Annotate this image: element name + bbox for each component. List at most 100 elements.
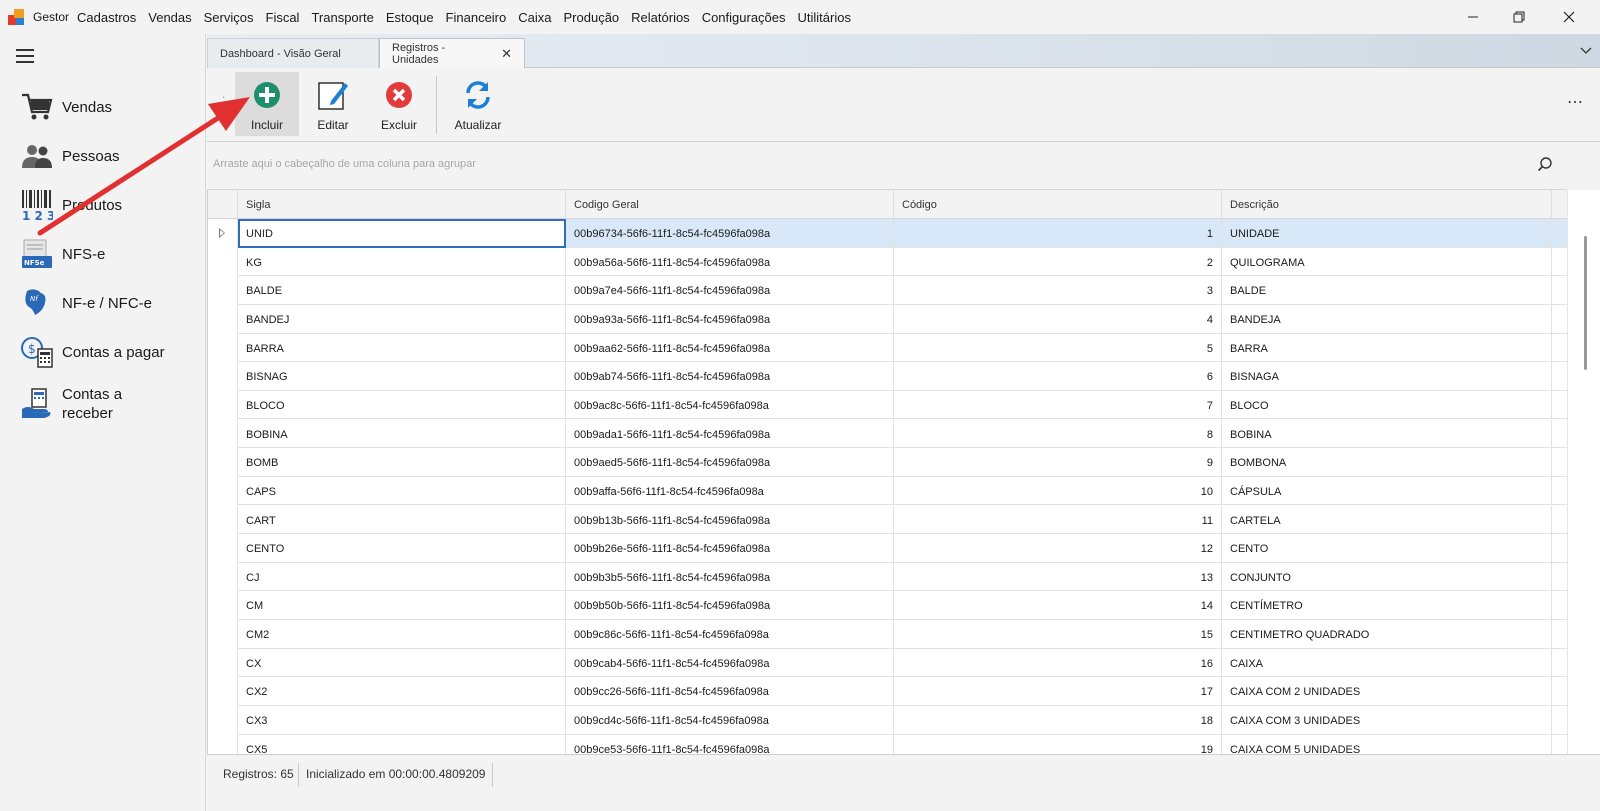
edit-button[interactable]: Editar	[301, 72, 365, 136]
sigla-cell[interactable]: BANDEJ	[238, 304, 566, 334]
sigla-cell[interactable]: CX5	[238, 734, 566, 754]
codigo-geral-cell[interactable]: 00b9a7e4-56f6-11f1-8c54-fc4596fa098a	[566, 276, 894, 305]
menu-producao[interactable]: Produção	[564, 10, 620, 25]
codigo-geral-cell[interactable]: 00b9ada1-56f6-11f1-8c54-fc4596fa098a	[566, 419, 894, 449]
sigla-cell[interactable]: CM	[238, 591, 566, 621]
hamburger-menu-icon[interactable]	[16, 49, 34, 63]
tab-dashboard[interactable]: Dashboard - Visão Geral	[207, 38, 379, 69]
sigla-cell[interactable]: BARRA	[238, 333, 566, 363]
codigo-geral-cell[interactable]: 00b9aa62-56f6-11f1-8c54-fc4596fa098a	[566, 333, 894, 363]
codigo-cell[interactable]: 2	[894, 247, 1222, 277]
table-row[interactable]: CX3 00b9cd4c-56f6-11f1-8c54-fc4596fa098a 1…	[208, 706, 1567, 735]
codigo-cell[interactable]: 10	[894, 476, 1222, 506]
menu-financeiro[interactable]: Financeiro	[446, 10, 507, 25]
table-row[interactable]: CJ 00b9b3b5-56f6-11f1-8c54-fc4596fa098a 13…	[208, 562, 1567, 592]
sidebar-item-produtos[interactable]: 1 2 3 Produtos	[20, 185, 200, 225]
row-indicator[interactable]	[208, 333, 238, 363]
table-row[interactable]: BLOCO 00b9ac8c-56f6-11f1-8c54-fc4596fa098…	[208, 390, 1567, 420]
menu-vendas[interactable]: Vendas	[148, 10, 191, 25]
codigo-cell[interactable]: 11	[894, 505, 1222, 535]
row-indicator[interactable]	[208, 276, 238, 305]
column-header-descricao[interactable]: Descrição	[1222, 190, 1552, 219]
codigo-cell[interactable]: 9	[894, 448, 1222, 477]
sidebar-item-contas-pagar[interactable]: $ Contas a pagar	[20, 332, 200, 372]
add-button[interactable]: Incluir	[235, 72, 299, 136]
refresh-button[interactable]: Atualizar	[446, 72, 510, 136]
table-row[interactable]: BOMB 00b9aed5-56f6-11f1-8c54-fc4596fa098a…	[208, 448, 1567, 477]
descricao-cell[interactable]: BANDEJA	[1222, 304, 1552, 334]
codigo-cell[interactable]: 3	[894, 276, 1222, 305]
codigo-geral-cell[interactable]: 00b96734-56f6-11f1-8c54-fc4596fa098a	[566, 219, 894, 248]
group-panel[interactable]: Arraste aqui o cabeçalho de uma coluna p…	[207, 142, 1567, 190]
sigla-cell[interactable]: CX2	[238, 677, 566, 706]
menu-caixa[interactable]: Caixa	[518, 10, 551, 25]
toolbar-grip[interactable]: ⁚	[222, 96, 226, 107]
more-options-icon[interactable]: ⋯	[1567, 92, 1584, 112]
row-indicator[interactable]	[208, 219, 238, 248]
descricao-cell[interactable]: BARRA	[1222, 333, 1552, 363]
descricao-cell[interactable]: UNIDADE	[1222, 219, 1552, 248]
codigo-geral-cell[interactable]: 00b9cab4-56f6-11f1-8c54-fc4596fa098a	[566, 648, 894, 678]
codigo-geral-cell[interactable]: 00b9ce53-56f6-11f1-8c54-fc4596fa098a	[566, 734, 894, 754]
codigo-geral-cell[interactable]: 00b9b3b5-56f6-11f1-8c54-fc4596fa098a	[566, 562, 894, 592]
scrollbar-thumb[interactable]	[1584, 236, 1587, 370]
table-row[interactable]: CAPS 00b9affa-56f6-11f1-8c54-fc4596fa098a…	[208, 476, 1567, 506]
codigo-geral-cell[interactable]: 00b9b26e-56f6-11f1-8c54-fc4596fa098a	[566, 534, 894, 563]
descricao-cell[interactable]: CENTIMETRO QUADRADO	[1222, 620, 1552, 649]
sidebar-item-nfse[interactable]: NFSe NFS-e	[20, 234, 200, 274]
table-row[interactable]: BANDEJ 00b9a93a-56f6-11f1-8c54-fc4596fa09…	[208, 304, 1567, 334]
minimize-button[interactable]	[1450, 0, 1496, 34]
column-header-codigo-geral[interactable]: Codigo Geral	[566, 190, 894, 219]
codigo-geral-cell[interactable]: 00b9a56a-56f6-11f1-8c54-fc4596fa098a	[566, 247, 894, 277]
codigo-cell[interactable]: 8	[894, 419, 1222, 449]
tab-registros-unidades[interactable]: Registros - Unidades ✕	[379, 38, 525, 69]
descricao-cell[interactable]: CAIXA COM 2 UNIDADES	[1222, 677, 1552, 706]
row-indicator[interactable]	[208, 390, 238, 420]
table-row[interactable]: CART 00b9b13b-56f6-11f1-8c54-fc4596fa098a…	[208, 505, 1567, 535]
table-row[interactable]: BARRA 00b9aa62-56f6-11f1-8c54-fc4596fa098…	[208, 333, 1567, 363]
row-indicator[interactable]	[208, 419, 238, 449]
row-indicator[interactable]	[208, 304, 238, 334]
table-row[interactable]: UNID 00b96734-56f6-11f1-8c54-fc4596fa098a…	[208, 219, 1567, 248]
descricao-cell[interactable]: QUILOGRAMA	[1222, 247, 1552, 277]
codigo-cell[interactable]: 19	[894, 734, 1222, 754]
table-row[interactable]: CM2 00b9c86c-56f6-11f1-8c54-fc4596fa098a 1…	[208, 620, 1567, 649]
menu-fiscal[interactable]: Fiscal	[266, 10, 300, 25]
codigo-geral-cell[interactable]: 00b9cd4c-56f6-11f1-8c54-fc4596fa098a	[566, 706, 894, 735]
table-row[interactable]: BISNAG 00b9ab74-56f6-11f1-8c54-fc4596fa09…	[208, 362, 1567, 391]
codigo-cell[interactable]: 14	[894, 591, 1222, 621]
descricao-cell[interactable]: CAIXA COM 5 UNIDADES	[1222, 734, 1552, 754]
table-row[interactable]: BOBINA 00b9ada1-56f6-11f1-8c54-fc4596fa09…	[208, 419, 1567, 449]
search-icon[interactable]	[1537, 156, 1553, 172]
descricao-cell[interactable]: CONJUNTO	[1222, 562, 1552, 592]
codigo-geral-cell[interactable]: 00b9ac8c-56f6-11f1-8c54-fc4596fa098a	[566, 390, 894, 420]
row-indicator[interactable]	[208, 648, 238, 678]
sidebar-item-contas-receber[interactable]: Contas a receber	[20, 382, 200, 426]
codigo-cell[interactable]: 13	[894, 562, 1222, 592]
descricao-cell[interactable]: BOBINA	[1222, 419, 1552, 449]
codigo-geral-cell[interactable]: 00b9cc26-56f6-11f1-8c54-fc4596fa098a	[566, 677, 894, 706]
sigla-cell[interactable]: BOMB	[238, 448, 566, 477]
sigla-cell[interactable]: BALDE	[238, 276, 566, 305]
descricao-cell[interactable]: CENTÍMETRO	[1222, 591, 1552, 621]
row-indicator[interactable]	[208, 734, 238, 754]
row-indicator[interactable]	[208, 247, 238, 277]
codigo-cell[interactable]: 17	[894, 677, 1222, 706]
codigo-cell[interactable]: 15	[894, 620, 1222, 649]
table-row[interactable]: CM 00b9b50b-56f6-11f1-8c54-fc4596fa098a 14…	[208, 591, 1567, 621]
sigla-cell[interactable]: CJ	[238, 562, 566, 592]
sigla-cell[interactable]: CENTO	[238, 534, 566, 563]
sigla-cell[interactable]: KG	[238, 247, 566, 277]
table-row[interactable]: CENTO 00b9b26e-56f6-11f1-8c54-fc4596fa098…	[208, 534, 1567, 563]
column-header-codigo[interactable]: Código	[894, 190, 1222, 219]
menu-cadastros[interactable]: Cadastros	[77, 10, 136, 25]
row-indicator[interactable]	[208, 505, 238, 535]
vertical-scrollbar[interactable]	[1567, 190, 1600, 754]
codigo-cell[interactable]: 18	[894, 706, 1222, 735]
row-indicator[interactable]	[208, 591, 238, 621]
sidebar-item-vendas[interactable]: Vendas	[20, 87, 200, 127]
menu-transporte[interactable]: Transporte	[311, 10, 373, 25]
close-window-button[interactable]	[1546, 0, 1592, 34]
descricao-cell[interactable]: BLOCO	[1222, 390, 1552, 420]
row-indicator[interactable]	[208, 562, 238, 592]
